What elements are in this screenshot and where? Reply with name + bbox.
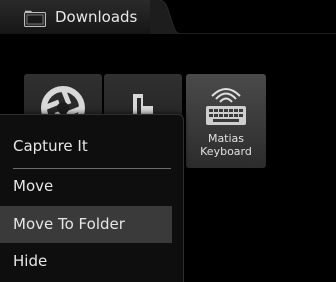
context-menu: Capture It Move Move To Folder Hide <box>0 114 184 282</box>
tab-title: Downloads <box>55 8 138 26</box>
menu-item-capture-it[interactable]: Capture It <box>0 128 172 165</box>
app-label-line2: Keyboard <box>200 145 252 158</box>
menu-item-move[interactable]: Move <box>0 168 172 205</box>
app-label-line1: Matias <box>207 132 245 145</box>
keyboard-app-icon <box>206 88 246 125</box>
folder-icon <box>24 10 46 27</box>
app-tile-matias-keyboard[interactable]: Matias Keyboard <box>186 74 266 168</box>
folder-tab[interactable]: Downloads <box>0 0 158 35</box>
app-label: Matias Keyboard <box>186 132 266 158</box>
screen: Downloads Matias Keyboard Capture It Mov… <box>0 0 336 282</box>
tab-bar: Downloads <box>0 0 336 35</box>
tab-edge <box>150 0 336 34</box>
menu-item-hide[interactable]: Hide <box>0 243 172 280</box>
menu-item-move-to-folder[interactable]: Move To Folder <box>0 206 172 243</box>
